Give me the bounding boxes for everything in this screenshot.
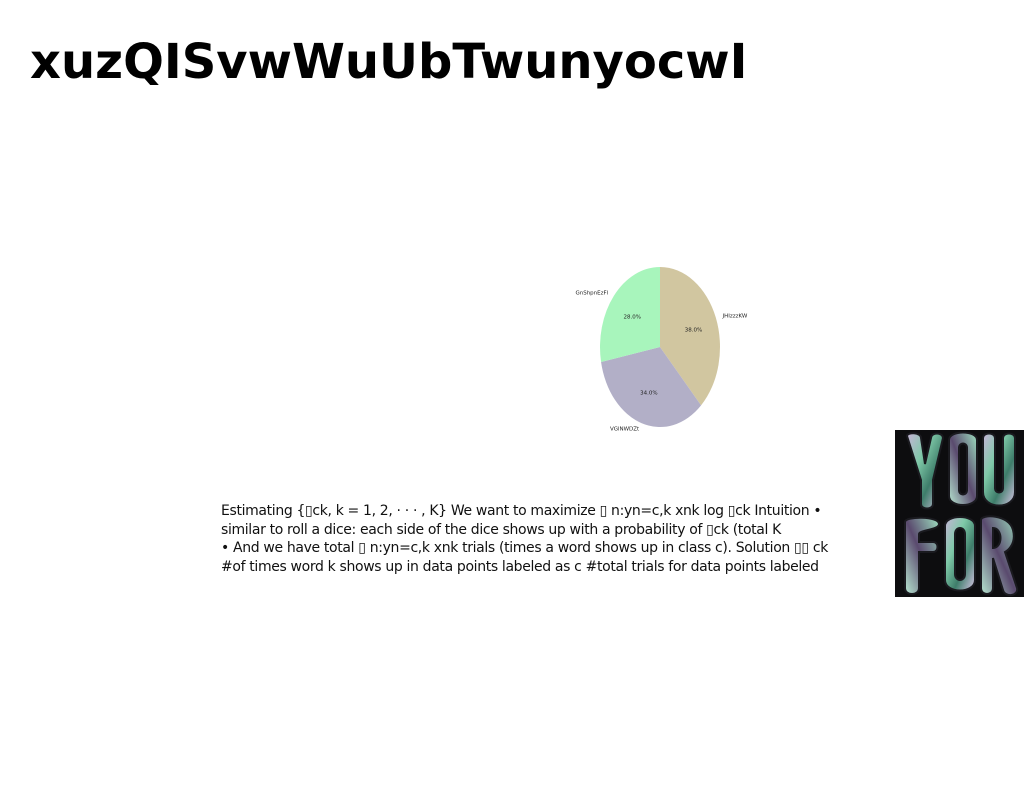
body-text-line: similar to roll a dice: each side of the…	[221, 521, 781, 538]
pie-chart: 38.0% JHIzzzKW 34.0% VGlNWDZt 28.0% GnShpnEzF…	[560, 255, 760, 440]
page-title: xuzQISvwWuUbTwunyocwI	[30, 34, 748, 90]
side-image	[895, 430, 1024, 597]
pie-value-label: 28.0%	[624, 314, 641, 320]
pie-chart-svg: 38.0% JHIzzzKW 34.0% VGlNWDZt 28.0% GnShpnEzF…	[575, 267, 748, 432]
body-text-line: Estimating {▯ck, k = 1, 2, · · · , K} We…	[221, 503, 822, 519]
pie-category-label: GnShpnEzFl	[575, 290, 608, 296]
pie-value-label: 34.0%	[640, 391, 657, 397]
body-text-line: • And we have total ▯ n:yn=c,k xnk trial…	[221, 540, 828, 556]
body-text-line: #of times word k shows up in data points…	[221, 558, 819, 575]
body-text: Estimating {▯ck, k = 1, 2, · · · , K} We…	[221, 502, 881, 576]
pie-value-label: 38.0%	[685, 327, 702, 333]
pie-category-label: JHIzzzKW	[721, 313, 747, 319]
stylized-lettering-image	[895, 430, 1024, 597]
pie-category-label: VGlNWDZt	[610, 426, 640, 432]
